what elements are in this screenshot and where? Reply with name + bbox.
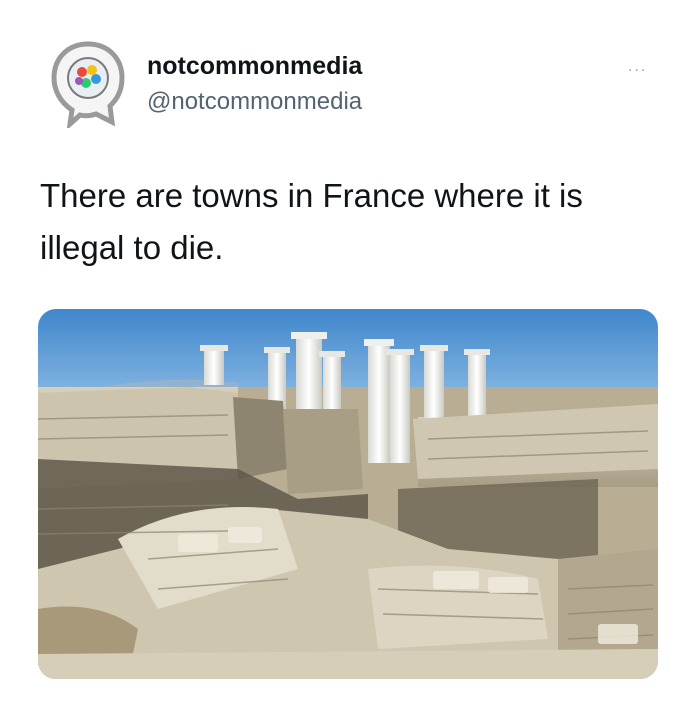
more-options-icon[interactable]: ... — [628, 58, 647, 76]
display-name[interactable]: notcommonmedia — [147, 52, 362, 81]
profile-avatar-icon — [51, 41, 125, 131]
ruins-photo — [38, 309, 658, 679]
profile-avatar[interactable] — [50, 40, 126, 131]
tweet-photo[interactable] — [38, 309, 658, 679]
tweet-text: There are towns in France where it is il… — [40, 177, 583, 266]
user-handle[interactable]: @notcommonmedia — [147, 88, 362, 116]
tweet-header: notcommonmedia @notcommonmedia ... — [50, 40, 660, 131]
